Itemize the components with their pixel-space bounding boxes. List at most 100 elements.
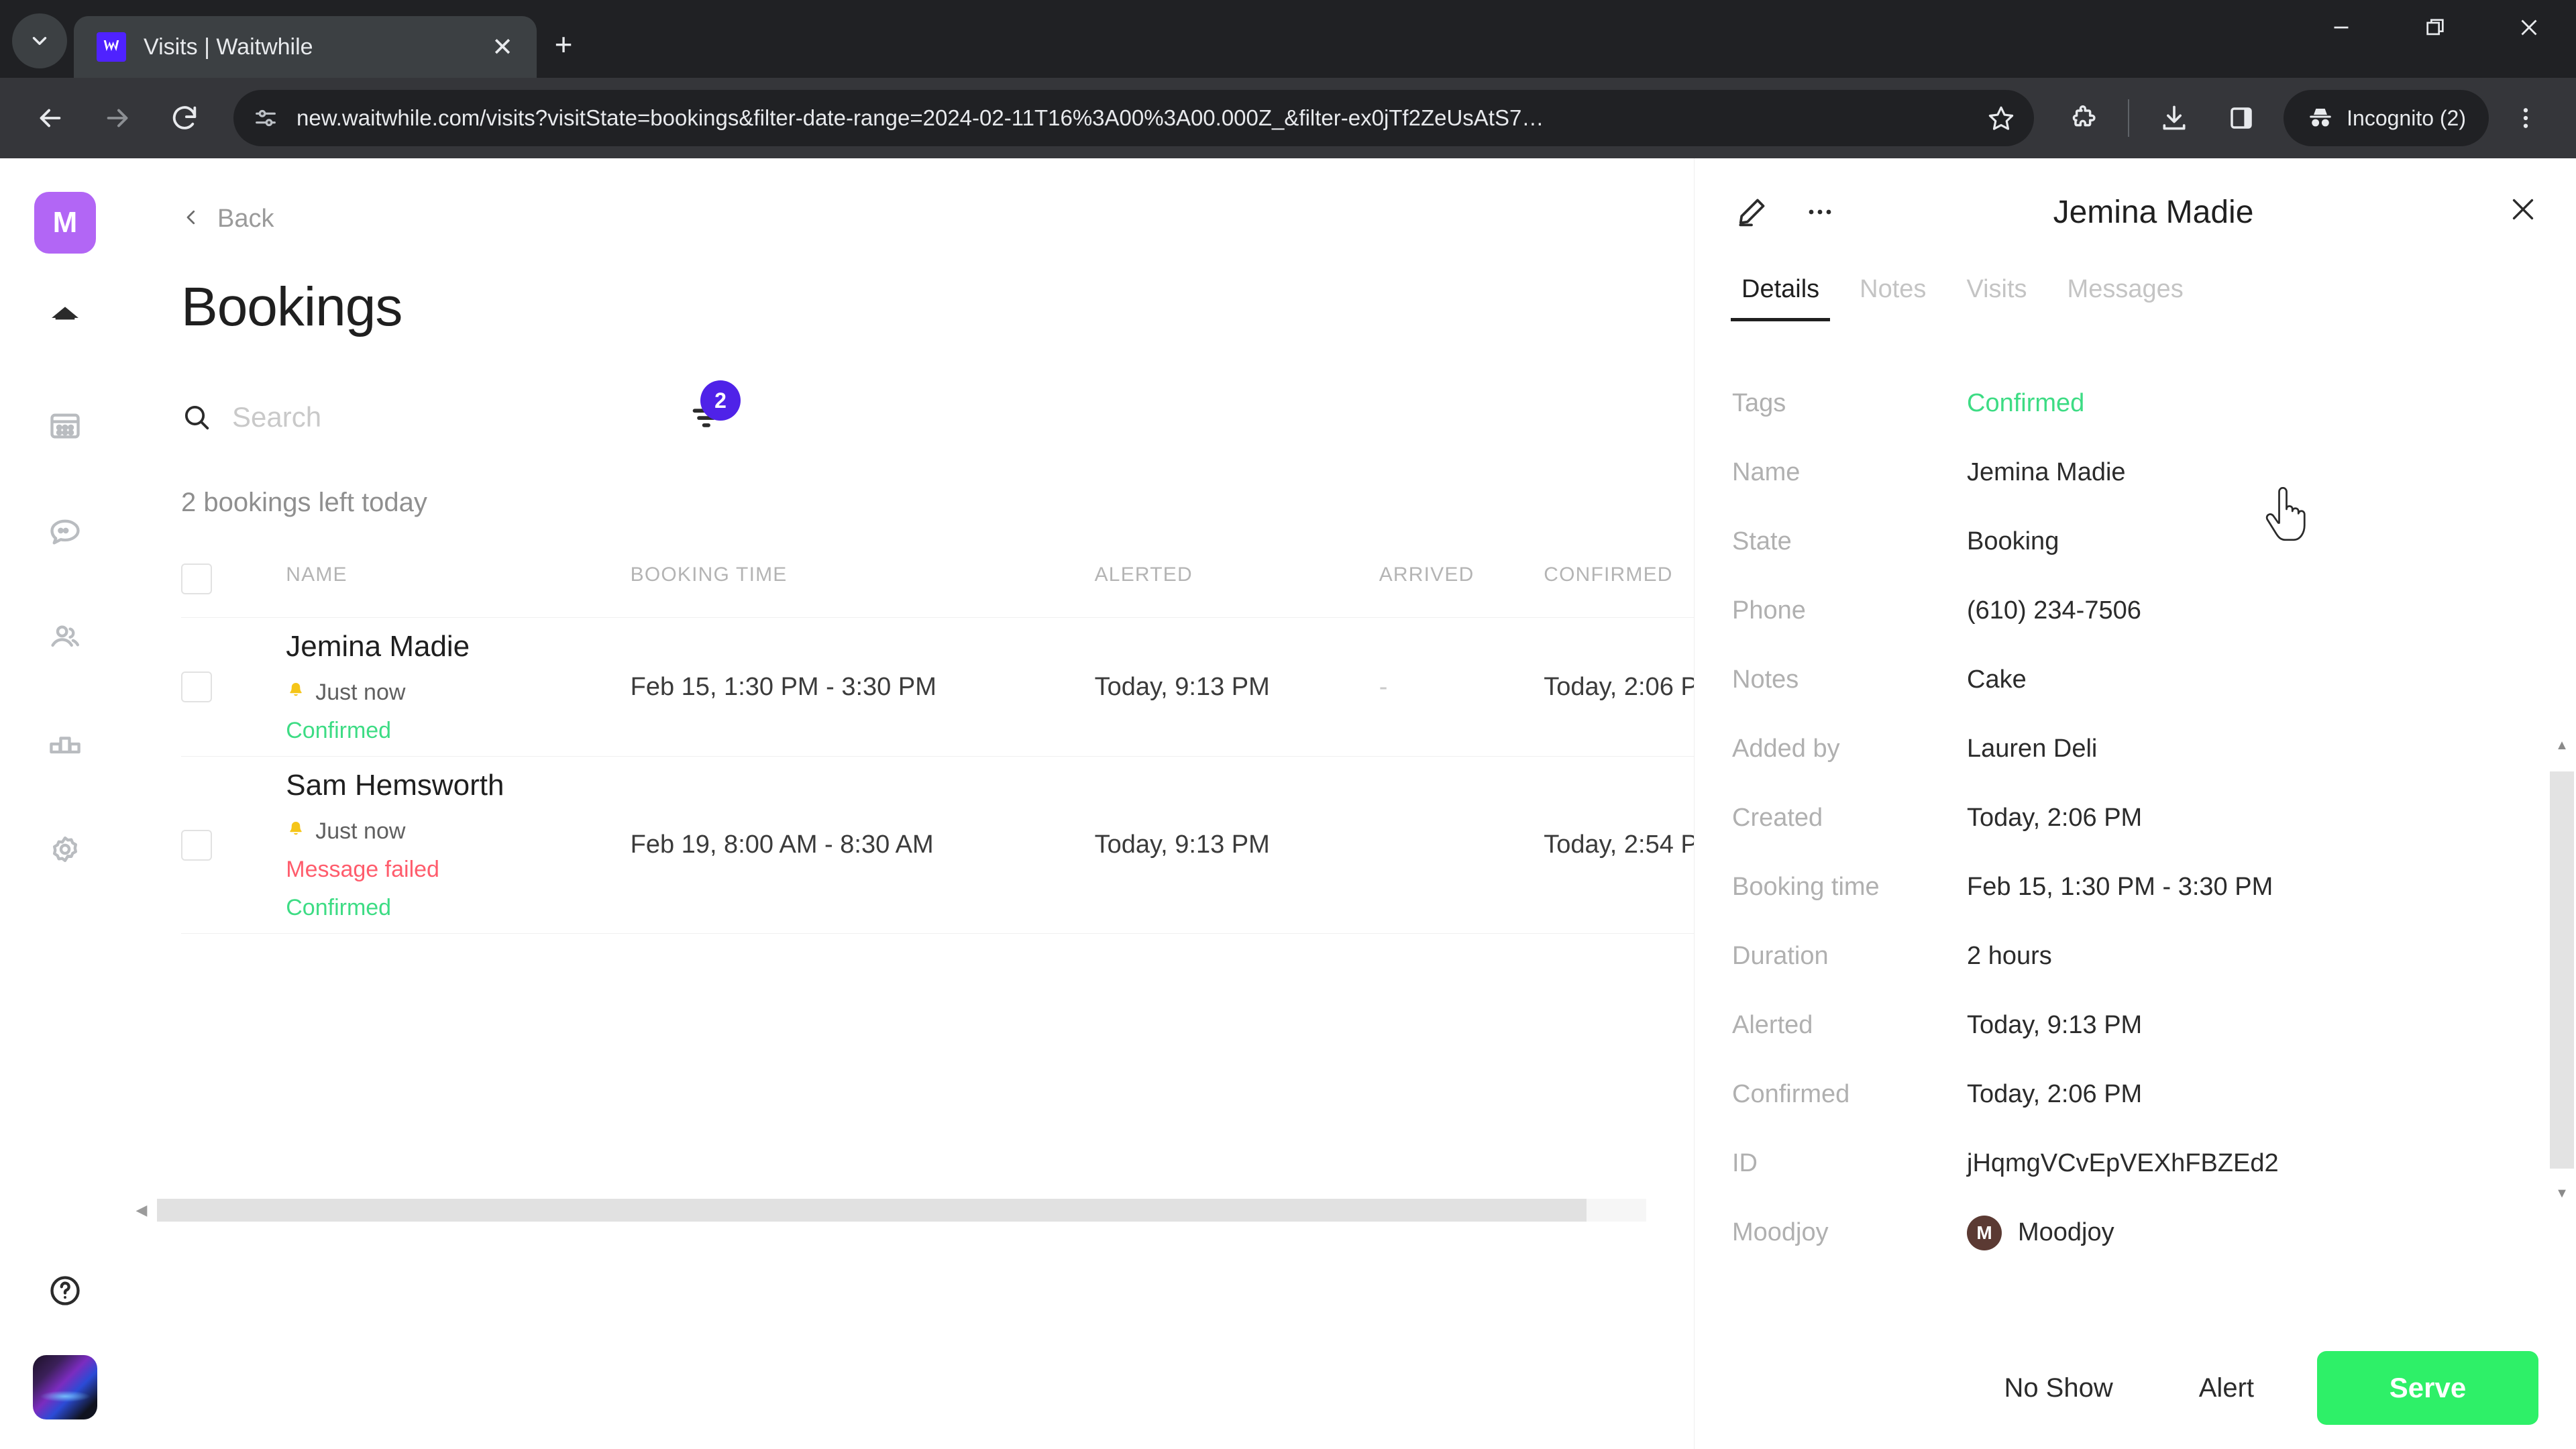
detail-label: Phone — [1732, 596, 1806, 625]
detail-row-notes: Notes Cake — [1695, 645, 2576, 714]
hscroll-thumb[interactable] — [157, 1199, 1587, 1222]
site-settings-icon[interactable] — [252, 105, 279, 131]
panel-vertical-scrollbar[interactable]: ▲ ▼ — [2548, 734, 2576, 1205]
row-checkbox[interactable] — [181, 829, 212, 861]
tab-messages[interactable]: Messages — [2047, 266, 2204, 321]
detail-row-alerted: Alerted Today, 9:13 PM — [1695, 991, 2576, 1060]
search-input[interactable] — [232, 401, 637, 433]
help-icon[interactable] — [34, 1260, 96, 1322]
scroll-left-arrow-icon[interactable]: ◀ — [130, 1201, 153, 1219]
row-status-line: Just now — [286, 818, 630, 845]
detail-label: ID — [1732, 1149, 1758, 1177]
sidebar-item-home[interactable] — [34, 288, 96, 350]
tab-close-icon[interactable]: ✕ — [486, 32, 519, 62]
detail-label: Alerted — [1732, 1011, 1813, 1039]
close-window-button[interactable] — [2482, 0, 2576, 55]
hscroll-track[interactable] — [157, 1199, 1646, 1222]
tab-search-icon[interactable] — [12, 13, 67, 68]
vscroll-thumb[interactable] — [2550, 771, 2574, 1169]
maximize-button[interactable] — [2388, 0, 2482, 55]
sidebar-item-calendar[interactable] — [34, 394, 96, 456]
row-name-cell: Jemina Madie Just now Confirmed — [286, 618, 630, 757]
row-name-cell: Sam Hemsworth Just now Message failed Co… — [286, 757, 630, 934]
scroll-down-arrow-icon[interactable]: ▼ — [2555, 1182, 2569, 1205]
vscroll-track[interactable] — [2550, 757, 2574, 1182]
new-tab-button[interactable]: + — [537, 17, 590, 71]
tab-visits[interactable]: Visits — [1946, 266, 2047, 321]
sidebar-item-analytics[interactable] — [34, 712, 96, 774]
detail-value-id: jHqmgVCvEpVEXhFBZEd2 — [1967, 1149, 2279, 1177]
detail-label: Created — [1732, 804, 1823, 832]
detail-label: Booking time — [1732, 873, 1880, 901]
workspace-logo[interactable]: M — [34, 192, 96, 254]
detail-value-moodjoy: Moodjoy — [2018, 1218, 2114, 1246]
incognito-badge[interactable]: Incognito (2) — [2284, 90, 2489, 146]
detail-row-added-by: Added by Lauren Deli — [1695, 714, 2576, 784]
detail-row-id: ID jHqmgVCvEpVEXhFBZEd2 — [1695, 1129, 2576, 1198]
row-checkbox[interactable] — [181, 672, 212, 702]
user-avatar[interactable] — [33, 1355, 97, 1419]
search-row: 2 — [181, 380, 1694, 447]
detail-value-confirmed: Today, 2:06 PM — [1967, 1080, 2143, 1108]
sidebar-item-settings[interactable] — [34, 818, 96, 880]
bell-icon — [286, 819, 306, 845]
incognito-label: Incognito (2) — [2347, 105, 2466, 130]
row-arrived: - — [1379, 672, 1388, 701]
panel-details-list: Tags Confirmed Name Jemina Madie State B… — [1695, 339, 2576, 1327]
serve-button[interactable]: Serve — [2317, 1351, 2538, 1425]
panel-tabs: Details Notes Visits Messages — [1695, 266, 2576, 339]
bookmark-star-icon[interactable] — [1987, 104, 2015, 132]
browser-tab[interactable]: Visits | Waitwhile ✕ — [74, 16, 537, 78]
address-bar[interactable]: new.waitwhile.com/visits?visitState=book… — [233, 90, 2035, 146]
detail-row-confirmed: Confirmed Today, 2:06 PM — [1695, 1060, 2576, 1129]
scroll-up-arrow-icon[interactable]: ▲ — [2555, 734, 2569, 757]
download-icon[interactable] — [2144, 88, 2204, 148]
detail-value-phone: (610) 234-7506 — [1967, 596, 2141, 625]
moodjoy-avatar: M — [1967, 1215, 2002, 1250]
tab-notes[interactable]: Notes — [1839, 266, 1946, 321]
no-show-button[interactable]: No Show — [1961, 1373, 2155, 1403]
close-icon[interactable] — [2508, 194, 2538, 230]
kebab-menu-icon[interactable] — [2496, 88, 2556, 148]
tab-details[interactable]: Details — [1721, 266, 1839, 321]
detail-row-duration: Duration 2 hours — [1695, 922, 2576, 991]
side-panel-icon[interactable] — [2211, 88, 2271, 148]
table-row[interactable]: Sam Hemsworth Just now Message failed Co… — [181, 756, 1858, 934]
detail-value-moodjoy-wrapper: M Moodjoy — [1967, 1215, 2114, 1250]
toolbar-divider — [2128, 99, 2130, 137]
alert-button[interactable]: Alert — [2156, 1373, 2297, 1403]
select-all-checkbox[interactable] — [181, 564, 212, 594]
bookings-count-text: 2 bookings left today — [181, 488, 427, 517]
table-row[interactable]: Jemina Madie Just now Confirmed Feb 15, … — [181, 617, 1858, 757]
detail-value-notes: Cake — [1967, 665, 2027, 694]
header-arrived[interactable]: ARRIVED — [1379, 564, 1544, 618]
detail-label: State — [1732, 527, 1792, 555]
waitwhile-favicon — [97, 32, 126, 62]
header-booking-time[interactable]: BOOKING TIME — [631, 564, 1095, 618]
customer-name: Sam Hemsworth — [286, 769, 504, 802]
detail-label: Name — [1732, 458, 1801, 486]
table-horizontal-scrollbar[interactable]: ◀ — [130, 1195, 1646, 1226]
panel-footer: No Show Alert Serve — [1695, 1327, 2576, 1449]
forward-arrow-icon[interactable] — [87, 88, 148, 148]
detail-row-state: State Booking — [1695, 507, 2576, 576]
detail-row-moodjoy: Moodjoy M Moodjoy — [1695, 1198, 2576, 1267]
sidebar-item-customers[interactable] — [34, 606, 96, 668]
row-alerted: Today, 9:13 PM — [1094, 672, 1270, 701]
page-title: Bookings — [181, 276, 402, 337]
detail-value-state: Booking — [1967, 527, 2059, 555]
header-alerted[interactable]: ALERTED — [1095, 564, 1379, 618]
pencil-icon[interactable] — [1732, 195, 1771, 229]
back-link[interactable]: Back — [181, 195, 1694, 242]
filter-button[interactable]: 2 — [678, 380, 741, 447]
header-name[interactable]: NAME — [286, 564, 630, 618]
sidebar-item-messages[interactable] — [34, 500, 96, 562]
incognito-icon — [2306, 104, 2334, 132]
minimize-button[interactable] — [2294, 0, 2388, 55]
search-box[interactable] — [181, 401, 637, 433]
detail-value-created: Today, 2:06 PM — [1967, 804, 2143, 832]
reload-icon[interactable] — [154, 88, 215, 148]
back-arrow-icon[interactable] — [20, 88, 80, 148]
browser-toolbar: new.waitwhile.com/visits?visitState=book… — [0, 78, 2576, 158]
extensions-icon[interactable] — [2053, 88, 2113, 148]
